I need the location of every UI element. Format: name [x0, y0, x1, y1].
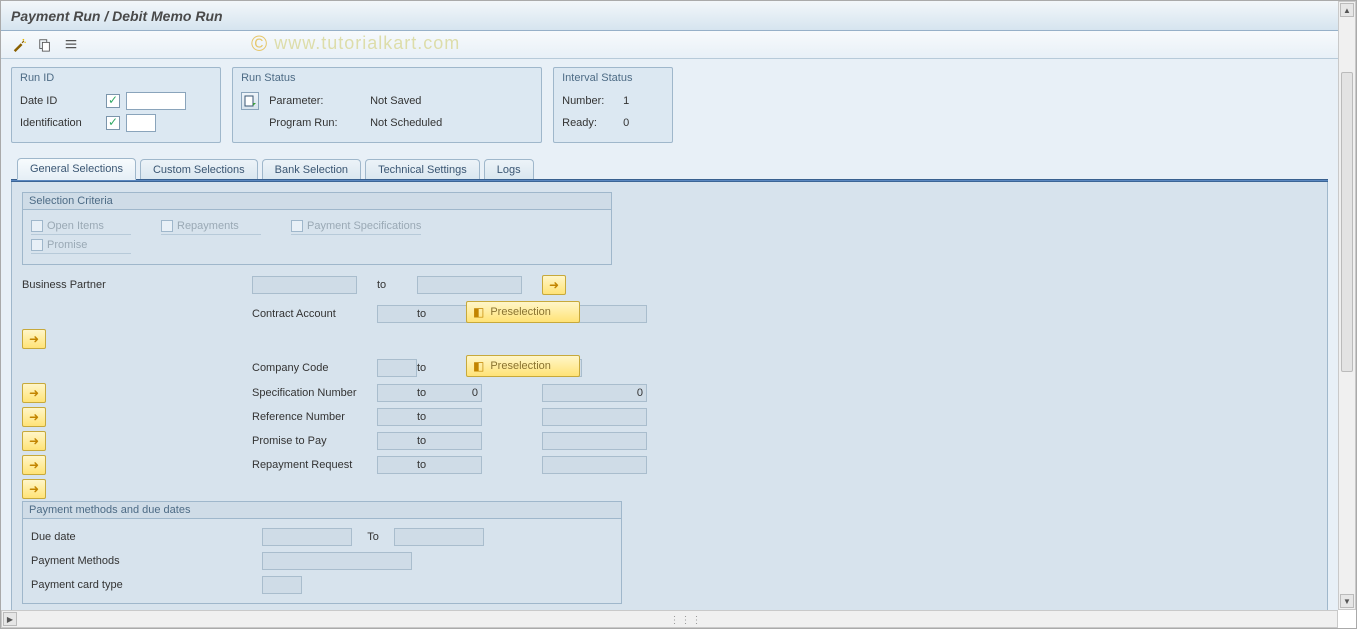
business-partner-preselection-button[interactable]: ◧ Preselection — [466, 301, 580, 323]
run-status-title: Run Status — [241, 72, 533, 84]
payment-card-type-input[interactable] — [262, 576, 302, 594]
tab-logs[interactable]: Logs — [484, 159, 534, 180]
tab-bank-selection[interactable]: Bank Selection — [262, 159, 361, 180]
business-partner-label: Business Partner — [22, 279, 252, 291]
run-id-group: Run ID Date ID Identification — [11, 67, 221, 143]
scroll-grip-icon: ⋮⋮⋮ — [670, 615, 703, 626]
date-id-checkbox[interactable] — [106, 94, 120, 108]
payment-methods-group: Payment methods and due dates Due date T… — [22, 501, 622, 604]
promise-to-pay-to-input[interactable] — [542, 432, 647, 450]
date-id-label: Date ID — [20, 95, 100, 107]
due-date-to-input[interactable] — [394, 528, 484, 546]
repayment-request-more-button[interactable]: ➜ — [22, 479, 46, 499]
due-date-to-label: To — [358, 531, 388, 543]
parameter-label: Parameter: — [269, 95, 364, 107]
business-partner-to-input[interactable] — [417, 276, 522, 294]
contract-account-label: Contract Account — [252, 308, 377, 320]
page-title: Payment Run / Debit Memo Run — [1, 1, 1338, 31]
vertical-scrollbar[interactable]: ▲ ▼ — [1338, 1, 1356, 610]
contract-account-preselection-button[interactable]: ◧ Preselection — [466, 355, 580, 377]
due-date-label: Due date — [31, 531, 256, 543]
repayment-request-label: Repayment Request — [252, 459, 377, 471]
reference-number-more-button[interactable]: ➜ — [22, 431, 46, 451]
selection-criteria-group: Selection Criteria Open Items Repayments… — [22, 192, 612, 265]
ready-value: 0 — [623, 117, 629, 129]
new-doc-icon[interactable] — [241, 92, 259, 110]
run-status-group: Run Status Parameter: Not Saved Program … — [232, 67, 542, 143]
selection-criteria-title: Selection Criteria — [23, 193, 611, 210]
repayments-checkbox: Repayments — [161, 220, 261, 235]
payment-card-type-label: Payment card type — [31, 579, 256, 591]
horizontal-scrollbar[interactable]: ◀ ⋮⋮⋮ ▶ — [1, 610, 1338, 628]
repayment-request-to-label: to — [417, 459, 542, 471]
hierarchy-icon: ◧ — [473, 305, 484, 319]
hierarchy-icon: ◧ — [473, 359, 484, 373]
reference-number-to-label: to — [417, 411, 542, 423]
company-code-from-input[interactable] — [377, 359, 417, 377]
scroll-up-arrow-icon[interactable]: ▲ — [1340, 3, 1354, 17]
promise-checkbox: Promise — [31, 239, 131, 254]
company-code-more-button[interactable]: ➜ — [22, 383, 46, 403]
ready-label: Ready: — [562, 117, 617, 129]
promise-to-pay-to-label: to — [417, 435, 542, 447]
identification-label: Identification — [20, 117, 100, 129]
tab-body: Selection Criteria Open Items Repayments… — [11, 182, 1328, 610]
open-items-checkbox: Open Items — [31, 220, 131, 235]
date-id-input[interactable] — [126, 92, 186, 110]
parameter-value: Not Saved — [370, 95, 421, 107]
program-run-value: Not Scheduled — [370, 117, 442, 129]
tab-custom-selections[interactable]: Custom Selections — [140, 159, 258, 180]
run-id-title: Run ID — [20, 72, 212, 84]
specification-number-to-label: to — [417, 387, 542, 399]
title-text: Payment Run / Debit Memo Run — [11, 8, 223, 24]
tab-technical-settings[interactable]: Technical Settings — [365, 159, 480, 180]
company-code-label: Company Code — [252, 362, 377, 374]
identification-checkbox[interactable] — [106, 116, 120, 130]
interval-status-title: Interval Status — [562, 72, 664, 84]
range-fields-grid: Business Partner to ➜ ◧ Preselection — [22, 275, 622, 499]
toolbar — [1, 31, 1338, 59]
repayment-request-to-input[interactable] — [542, 456, 647, 474]
contract-account-more-button[interactable]: ➜ — [22, 329, 46, 349]
payment-specifications-checkbox: Payment Specifications — [291, 220, 421, 235]
list-icon[interactable] — [63, 37, 79, 53]
identification-input[interactable] — [126, 114, 156, 132]
promise-to-pay-more-button[interactable]: ➜ — [22, 455, 46, 475]
promise-to-pay-label: Promise to Pay — [252, 435, 377, 447]
reference-number-label: Reference Number — [252, 411, 377, 423]
business-partner-to-label: to — [377, 279, 417, 291]
tabstrip: General Selections Custom Selections Ban… — [11, 157, 1328, 179]
payment-methods-title: Payment methods and due dates — [23, 502, 621, 519]
due-date-from-input[interactable] — [262, 528, 352, 546]
wand-icon[interactable] — [11, 37, 27, 53]
program-run-label: Program Run: — [269, 117, 364, 129]
tab-divider — [11, 179, 1328, 182]
business-partner-from-input[interactable] — [252, 276, 357, 294]
scroll-right-arrow-icon[interactable]: ▶ — [3, 612, 17, 626]
specification-number-more-button[interactable]: ➜ — [22, 407, 46, 427]
business-partner-more-button[interactable]: ➜ — [542, 275, 566, 295]
vertical-scroll-thumb[interactable] — [1341, 72, 1353, 372]
specification-number-to-input[interactable] — [542, 384, 647, 402]
reference-number-to-input[interactable] — [542, 408, 647, 426]
payment-methods-label: Payment Methods — [31, 555, 256, 567]
number-label: Number: — [562, 95, 617, 107]
copy-icon[interactable] — [37, 37, 53, 53]
tab-general-selections[interactable]: General Selections — [17, 158, 136, 180]
payment-methods-input[interactable] — [262, 552, 412, 570]
interval-status-group: Interval Status Number: 1 Ready: 0 — [553, 67, 673, 143]
number-value: 1 — [623, 95, 629, 107]
scroll-down-arrow-icon[interactable]: ▼ — [1340, 594, 1354, 608]
specification-number-label: Specification Number — [252, 387, 377, 399]
